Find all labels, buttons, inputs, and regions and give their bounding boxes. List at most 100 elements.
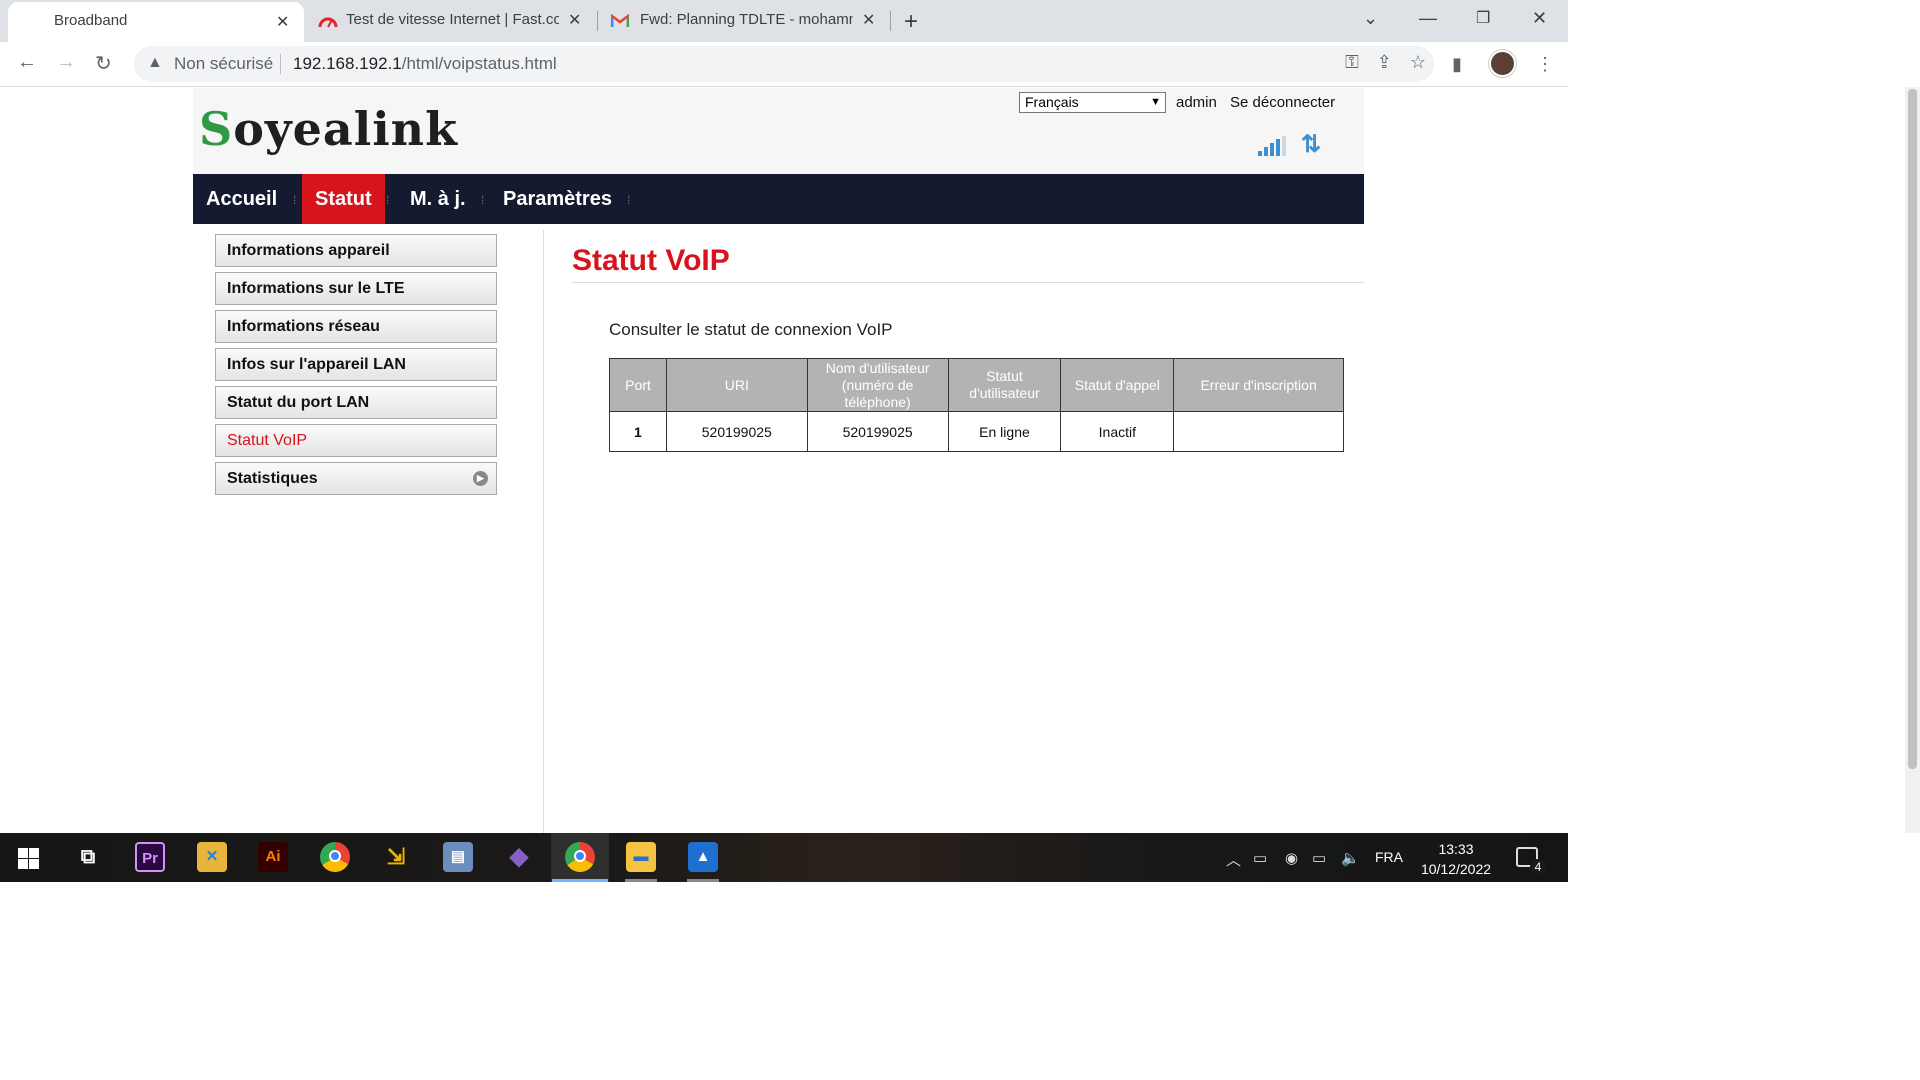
- task-view-icon[interactable]: ⧉: [73, 842, 103, 872]
- network-display-icon[interactable]: ▭: [1253, 849, 1267, 867]
- photos-icon[interactable]: ▲: [688, 842, 718, 872]
- chrome-profile-icon[interactable]: [565, 842, 595, 872]
- column-header: Statut d'appel: [1060, 358, 1175, 412]
- active-app-indicator: [552, 879, 608, 882]
- tab-title: Broadband: [54, 12, 128, 29]
- menu-statut[interactable]: Statut: [302, 174, 385, 224]
- battery-icon[interactable]: ▭: [1312, 849, 1326, 867]
- page-title: Statut VoIP: [572, 244, 730, 277]
- window-close-icon[interactable]: ✕: [1532, 8, 1547, 29]
- language-select[interactable]: Français ▼: [1019, 92, 1166, 113]
- restore-icon[interactable]: ❐: [1476, 8, 1490, 28]
- tab-title: Fwd: Planning TDLTE - mohamme: [640, 11, 853, 28]
- address-bar[interactable]: ▲ Non sécurisé 192.168.192.1/html/voipst…: [134, 46, 1434, 82]
- new-tab-plus-icon[interactable]: +: [904, 8, 918, 36]
- close-icon[interactable]: ✕: [568, 10, 581, 30]
- sidebar-item-reseau[interactable]: Informations réseau: [215, 310, 497, 343]
- windows-start-icon[interactable]: [18, 848, 39, 869]
- tab-fast[interactable]: Test de vitesse Internet | Fast.com ✕: [306, 0, 596, 42]
- cell-uri: 520199025: [665, 411, 808, 452]
- soyealink-logo: Soyealink: [199, 102, 458, 156]
- show-hidden-icons-chevron-icon[interactable]: ︿: [1226, 849, 1241, 870]
- key-icon[interactable]: ⚿: [1345, 52, 1359, 73]
- share-icon[interactable]: ⇪: [1377, 52, 1392, 73]
- close-icon[interactable]: ✕: [276, 12, 289, 32]
- bookmark-star-icon[interactable]: ☆: [1410, 52, 1426, 73]
- signal-bar: [1258, 151, 1262, 156]
- main-menu: Accueil ⁞ Statut ⁞ M. à j. ⁞ Paramètres …: [193, 174, 1364, 224]
- sidebar-item-lte[interactable]: Informations sur le LTE: [215, 272, 497, 305]
- chevron-down-icon: ▼: [1150, 96, 1161, 108]
- omnibox-actions: ⚿ ⇪ ☆: [1345, 52, 1426, 73]
- page-description: Consulter le statut de connexion VoIP: [609, 320, 893, 339]
- scrollbar-thumb[interactable]: [1908, 89, 1917, 769]
- sidebar-item-informations-appareil[interactable]: Informations appareil: [215, 234, 497, 267]
- menu-parametres[interactable]: Paramètres: [490, 174, 625, 224]
- file-explorer-icon[interactable]: ▬: [626, 842, 656, 872]
- tab-broadband[interactable]: Broadband ✕: [8, 2, 304, 42]
- column-header: Port: [609, 358, 667, 412]
- menu-separator: ⁞: [293, 193, 297, 207]
- signal-bar: [1282, 136, 1286, 156]
- menu-accueil[interactable]: Accueil: [193, 174, 290, 224]
- column-header: Nom d'utilisateur (numéro de téléphone): [806, 358, 949, 412]
- minimize-icon[interactable]: —: [1419, 8, 1437, 29]
- clock[interactable]: 13:33 10/12/2022: [1416, 839, 1496, 879]
- cell-call-status: Inactif: [1060, 411, 1175, 452]
- more-menu-icon[interactable]: ⋮: [1536, 54, 1554, 75]
- volume-icon[interactable]: 🔈: [1341, 849, 1360, 867]
- security-label[interactable]: Non sécurisé: [174, 54, 273, 74]
- gmail-icon: [611, 14, 629, 27]
- menu-separator: ⁞: [386, 193, 390, 207]
- tab-title: Test de vitesse Internet | Fast.com: [346, 11, 559, 28]
- tab-gmail[interactable]: Fwd: Planning TDLTE - mohamme ✕: [598, 0, 890, 42]
- profile-avatar[interactable]: [1489, 50, 1516, 77]
- sidebar-item-lan-port[interactable]: Statut du port LAN: [215, 386, 497, 419]
- sidebar-item-label: Statistiques: [227, 470, 318, 487]
- page-scrollbar[interactable]: [1905, 87, 1920, 833]
- column-header: URI: [665, 358, 808, 412]
- signal-bar: [1264, 147, 1268, 156]
- notification-count-badge: 4: [1530, 859, 1546, 875]
- url-text[interactable]: 192.168.192.1/html/voipstatus.html: [293, 54, 557, 74]
- premiere-pro-icon[interactable]: Pr: [135, 842, 165, 872]
- url-path: /html/voipstatus.html: [401, 54, 557, 73]
- visual-studio-icon[interactable]: ◆: [504, 842, 534, 872]
- language-value: Français: [1025, 94, 1079, 110]
- side-panel-icon[interactable]: ▮: [1452, 54, 1462, 75]
- chrome-icon[interactable]: [320, 842, 350, 872]
- warning-triangle-icon: ▲: [147, 54, 163, 71]
- clock-date: 10/12/2022: [1420, 861, 1492, 877]
- reload-icon[interactable]: ↻: [95, 51, 112, 76]
- url-host: 192.168.192.1: [293, 54, 402, 73]
- content-divider: [543, 230, 544, 833]
- archive-icon[interactable]: ▤: [443, 842, 473, 872]
- webcam-icon[interactable]: ◉: [1285, 849, 1298, 867]
- signal-bar: [1276, 139, 1280, 156]
- logout-link[interactable]: Se déconnecter: [1230, 94, 1335, 111]
- sidebar-item-statistiques[interactable]: Statistiques ▶: [215, 462, 497, 495]
- page-header: Soyealink Français ▼ admin Se déconnecte…: [193, 88, 1364, 174]
- data-transfer-icon: ⇅: [1301, 131, 1322, 158]
- signal-strength-icon: [1258, 136, 1290, 156]
- logo-text: oyealink: [233, 102, 458, 156]
- sidebar-item-voip[interactable]: Statut VoIP: [215, 424, 497, 457]
- close-icon[interactable]: ✕: [862, 10, 875, 30]
- column-header: Erreur d'inscription: [1173, 358, 1344, 412]
- cell-username: 520199025: [806, 411, 949, 452]
- network-tool-icon[interactable]: ⇲: [381, 842, 411, 872]
- tab-search-chevron-icon[interactable]: ⌄: [1363, 8, 1378, 29]
- input-language[interactable]: FRA: [1375, 849, 1403, 865]
- column-header: Statut d'utilisateur: [947, 358, 1062, 412]
- back-arrow-icon[interactable]: ←: [17, 51, 37, 74]
- table-header-row: Port URI Nom d'utilisateur (numéro de té…: [609, 358, 1344, 412]
- menu-maj[interactable]: M. à j.: [397, 174, 479, 224]
- expand-arrow-icon: ▶: [473, 471, 488, 486]
- username: admin: [1176, 94, 1217, 111]
- tab-strip: Broadband ✕ Test de vitesse Internet | F…: [0, 0, 1568, 42]
- sidebar-item-lan-devices[interactable]: Infos sur l'appareil LAN: [215, 348, 497, 381]
- tools-icon[interactable]: ✕: [197, 842, 227, 872]
- illustrator-icon[interactable]: Ai: [258, 842, 288, 872]
- forward-arrow-icon[interactable]: →: [56, 51, 76, 74]
- table-row: 1 520199025 520199025 En ligne Inactif: [609, 411, 1344, 452]
